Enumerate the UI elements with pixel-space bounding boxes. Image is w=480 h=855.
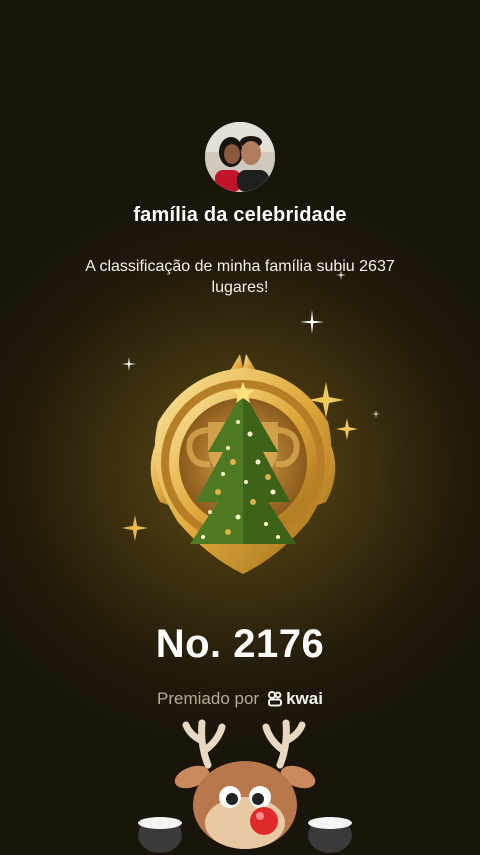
sparkle-icon: [372, 410, 380, 418]
rank-message: A classificação de minha família subiu 2…: [85, 258, 395, 296]
family-avatar[interactable]: [205, 122, 275, 192]
family-name: família da celebridade: [133, 204, 347, 226]
sparkle-icon: [336, 270, 346, 280]
family-rank: No. 2176: [155, 622, 325, 666]
family-photo-avatar: [205, 122, 275, 192]
reindeer-icon: [138, 719, 352, 853]
sparkle-icon: [300, 310, 324, 334]
christmas-tree-trophy-badge: [150, 354, 336, 574]
